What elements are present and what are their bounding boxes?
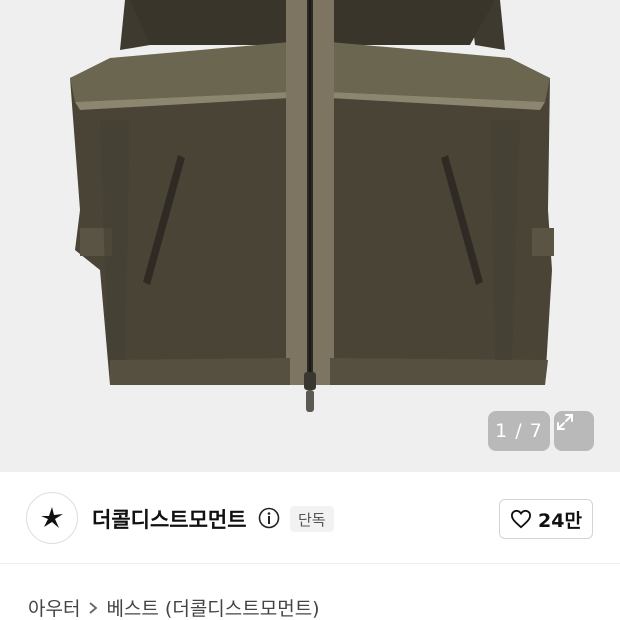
exclusive-badge: 단독 <box>290 506 334 532</box>
expand-button[interactable] <box>554 411 594 451</box>
image-counter: 1 / 7 <box>488 411 550 451</box>
like-count: 24만 <box>538 509 582 532</box>
heart-outline-icon <box>511 509 532 529</box>
shop-logo[interactable] <box>26 492 78 544</box>
info-circle-icon[interactable] <box>258 507 280 529</box>
shop-name[interactable]: 더콜디스트모먼트 <box>92 504 247 534</box>
expand-arrows-icon <box>557 414 573 430</box>
star-logo-icon <box>41 507 63 528</box>
breadcrumb: 아우터 베스트 (더콜디스트모먼트) <box>28 594 320 620</box>
shop-info-row: 더콜디스트모먼트 단독 24만 <box>0 472 620 564</box>
chevron-right-icon <box>88 601 98 615</box>
breadcrumb-item-vest[interactable]: 베스트 (더콜디스트모먼트) <box>106 594 319 620</box>
like-button[interactable]: 24만 <box>499 499 593 539</box>
product-image-gallery[interactable]: 1 / 7 <box>0 0 620 472</box>
product-image <box>70 0 554 412</box>
breadcrumb-item-outer[interactable]: 아우터 <box>28 594 80 620</box>
